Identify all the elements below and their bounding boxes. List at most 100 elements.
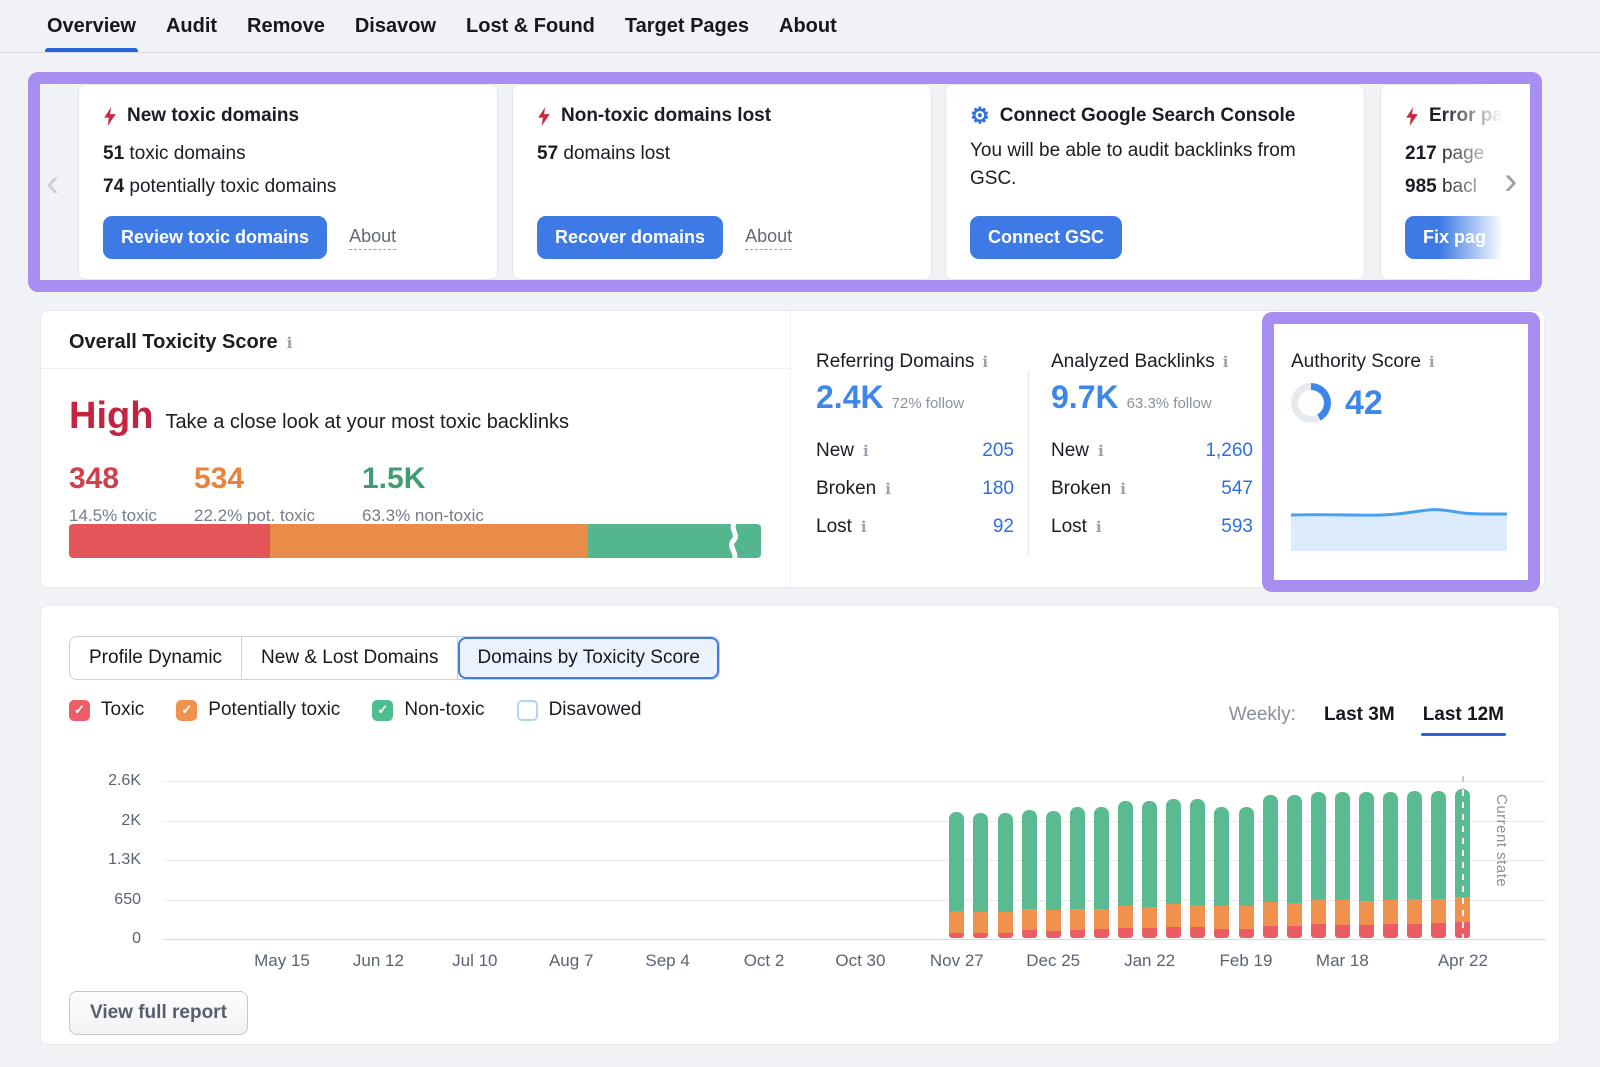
tab-audit[interactable]: Audit [156,0,227,52]
y-axis-label: 1.3K [61,851,141,869]
chart-bar[interactable] [1311,792,1326,938]
chevron-left-icon[interactable]: ‹ [46,168,59,198]
chart-bar[interactable] [1046,811,1061,938]
connect-gsc-button[interactable]: Connect GSC [970,216,1122,259]
x-axis-label: Dec 25 [1026,951,1080,971]
authority-score-sparkline [1291,503,1507,551]
legend-toxic[interactable]: ✓Toxic [69,699,144,721]
about-link[interactable]: About [349,226,396,250]
chart-bar[interactable] [1431,791,1446,938]
stacked-bar-chart [163,781,1546,939]
chart-bar[interactable] [1118,801,1133,938]
period-last-3m[interactable]: Last 3M [1324,704,1395,726]
chart-bar[interactable] [949,812,964,938]
stat-value-link[interactable]: 205 [982,440,1014,462]
chart-bar[interactable] [1070,807,1085,938]
info-icon[interactable]: i [885,480,891,498]
x-axis-label: Mar 18 [1316,951,1369,971]
tab-overview[interactable]: Overview [37,0,146,52]
info-icon[interactable]: i [1096,518,1102,536]
chart-bar[interactable] [1287,795,1302,938]
card-connect-gsc: ⚙ Connect Google Search Console You will… [945,84,1365,280]
info-icon[interactable]: i [863,442,869,460]
referring-domains-value: 2.4K [816,379,884,416]
info-icon[interactable]: i [1098,442,1104,460]
tab-profile-dynamic[interactable]: Profile Dynamic [70,637,242,679]
lightning-bolt-icon [1405,107,1419,126]
review-toxic-domains-button[interactable]: Review toxic domains [103,216,327,259]
lightning-bolt-icon [103,107,117,126]
authority-score-section: Authority Scorei 42 [1291,351,1507,423]
info-icon[interactable]: i [287,334,293,352]
legend-disavowed[interactable]: Disavowed [517,699,642,721]
info-icon[interactable]: i [982,353,988,371]
legend-potentially-toxic[interactable]: ✓Potentially toxic [176,699,340,721]
checkbox-checked-icon[interactable]: ✓ [69,700,90,721]
non-toxic-segment [588,524,761,558]
chart-bar[interactable] [1214,807,1229,938]
chart-bar[interactable] [1359,792,1374,938]
view-full-report-button[interactable]: View full report [69,991,248,1035]
stat-value-link[interactable]: 1,260 [1205,440,1253,462]
stat-row-new: Newi1,260 [1051,432,1253,470]
recover-domains-button[interactable]: Recover domains [537,216,723,259]
chart-bar[interactable] [1142,801,1157,938]
chart-bar[interactable] [998,813,1013,938]
stat-row-lost: Losti92 [816,508,1014,546]
toxic-stat: 348 14.5% toxic [69,462,194,526]
toxicity-level: High [69,395,153,438]
tab-lost-and-found[interactable]: Lost & Found [456,0,605,52]
x-axis-label: Nov 27 [930,951,984,971]
chart-bar[interactable] [1335,792,1350,938]
chart-bar[interactable] [973,813,988,938]
checkbox-checked-icon[interactable]: ✓ [176,700,197,721]
stat-value-link[interactable]: 593 [1221,516,1253,538]
x-axis-label: Feb 19 [1220,951,1273,971]
notification-cards-carousel: New toxic domains 51 toxic domains 74 po… [40,84,1530,280]
toxic-segment [69,524,270,558]
info-icon[interactable]: i [1429,353,1435,371]
y-axis-label: 0 [61,930,141,948]
legend-non-toxic[interactable]: ✓Non-toxic [372,699,484,721]
period-last-12m[interactable]: Last 12M [1423,704,1504,726]
y-axis-label: 650 [61,891,141,909]
checkbox-unchecked-icon[interactable] [517,700,538,721]
authority-score-donut [1291,383,1331,423]
chevron-right-icon[interactable]: › [1504,166,1517,196]
toxicity-distribution-bar [69,524,761,558]
info-icon[interactable]: i [1223,353,1229,371]
stat-value-link[interactable]: 92 [993,516,1014,538]
info-icon[interactable]: i [1120,480,1126,498]
x-axis-label: Apr 22 [1438,951,1488,971]
tab-disavow[interactable]: Disavow [345,0,446,52]
chart-bar[interactable] [1383,792,1398,938]
chart-bar[interactable] [1094,807,1109,938]
tab-domains-by-toxicity-score[interactable]: Domains by Toxicity Score [458,637,718,679]
card-stat-line: 74 potentially toxic domains [103,170,473,203]
card-new-toxic-domains: New toxic domains 51 toxic domains 74 po… [78,84,498,280]
chart-bar[interactable] [1166,799,1181,938]
x-axis-label: Jun 12 [353,951,404,971]
chart-bar[interactable] [1022,810,1037,938]
chart-legend: ✓Toxic ✓Potentially toxic ✓Non-toxic Dis… [69,699,642,721]
tab-new-lost-domains[interactable]: New & Lost Domains [242,637,458,679]
tab-target-pages[interactable]: Target Pages [615,0,759,52]
checkbox-checked-icon[interactable]: ✓ [372,700,393,721]
potentially-toxic-stat: 534 22.2% pot. toxic [194,462,362,526]
stat-value-link[interactable]: 547 [1221,478,1253,500]
current-state-dashed-line [1462,776,1464,790]
chart-bar[interactable] [1407,791,1422,938]
info-icon[interactable]: i [861,518,867,536]
stat-row-broken: Brokeni547 [1051,470,1253,508]
lightning-bolt-icon [537,107,551,126]
chart-bar[interactable] [1239,807,1254,938]
chart-bar[interactable] [1263,795,1278,938]
toxicity-advice: Take a close look at your most toxic bac… [165,411,569,434]
card-description: You will be able to audit backlinks from… [970,137,1330,193]
tab-remove[interactable]: Remove [237,0,335,52]
stat-row-lost: Losti593 [1051,508,1253,546]
chart-bar[interactable] [1190,799,1205,938]
tab-about[interactable]: About [769,0,847,52]
stat-value-link[interactable]: 180 [982,478,1014,500]
about-link[interactable]: About [745,226,792,250]
